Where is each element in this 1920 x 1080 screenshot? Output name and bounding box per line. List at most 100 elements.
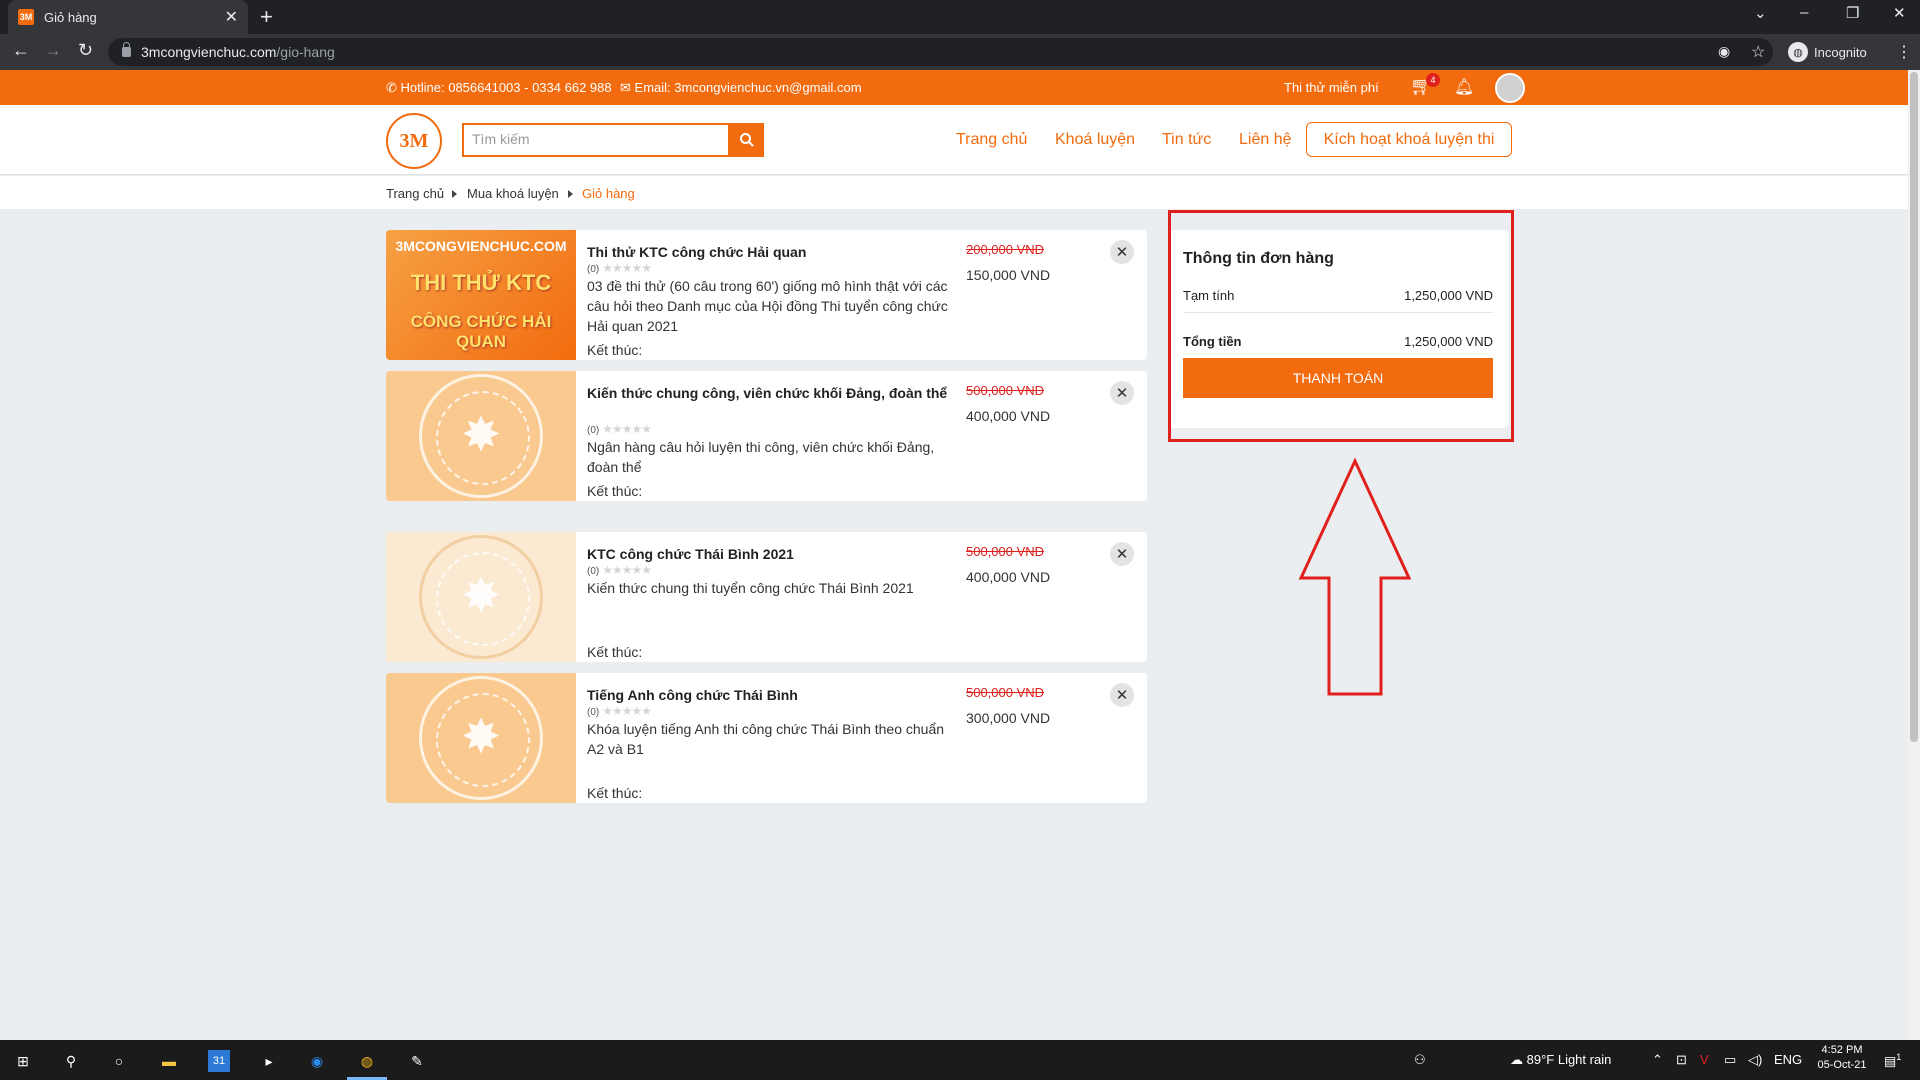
remove-item-icon[interactable]: ✕ <box>1110 381 1134 405</box>
volume-icon[interactable]: ◁) <box>1748 1052 1762 1068</box>
bell-icon[interactable]: 🔔︎ <box>1454 77 1474 97</box>
bookmark-star-icon[interactable]: ☆ <box>1751 42 1765 62</box>
window-close-icon[interactable]: ✕ <box>1893 4 1906 22</box>
nav-tin-tuc[interactable]: Tin tức <box>1162 131 1211 149</box>
top-contact-bar: ✆ Hotline: 0856641003 - 0334 662 988 ✉ E… <box>0 70 1908 105</box>
nav-lien-he[interactable]: Liên hệ <box>1239 131 1292 149</box>
people-icon[interactable]: ⚇ <box>1414 1052 1426 1068</box>
nav-trang-chu[interactable]: Trang chủ <box>956 131 1027 149</box>
thumb-subtitle-text: CÔNG CHỨC HẢI QUAN <box>410 312 552 351</box>
notification-icon[interactable]: ▤1 <box>1884 1052 1901 1069</box>
course-description: Khóa luyện tiếng Anh thi công chức Thái … <box>587 721 945 757</box>
paint-icon[interactable]: ✎ <box>406 1050 428 1072</box>
chrome-icon[interactable]: ◍ <box>356 1050 378 1072</box>
breadcrumb-separator-icon <box>568 190 573 198</box>
back-arrow-icon[interactable]: ← <box>12 40 30 61</box>
tray-app-icon[interactable]: ⊡ <box>1676 1052 1687 1068</box>
cart-item: KTC công chức Thái Bình 2021 (0)★★★★★ Ki… <box>386 532 1147 662</box>
url-host: 3mcongvienchuc.com <box>141 44 277 60</box>
calendar-icon[interactable]: 31 <box>208 1050 230 1072</box>
site-logo[interactable]: 3M <box>386 113 442 169</box>
course-rating: (0) ★★★★★ <box>587 422 652 436</box>
remove-item-icon[interactable]: ✕ <box>1110 542 1134 566</box>
notification-count: 1 <box>1896 1052 1902 1062</box>
windows-start-icon[interactable]: ⊞ <box>12 1050 34 1072</box>
star-rating-icon: ★★★★★ <box>602 563 652 577</box>
search-button[interactable] <box>730 123 764 157</box>
email-text: ✉ Email: 3mcongvienchuc.vn@gmail.com <box>620 80 862 95</box>
original-price: 500,000 VND <box>966 544 1045 559</box>
tab-gio-hang[interactable]: 3M Giỏ hàng ✕ <box>8 0 248 34</box>
remove-item-icon[interactable]: ✕ <box>1110 683 1134 707</box>
page-scrollbar[interactable] <box>1908 70 1920 1040</box>
terminal-icon[interactable]: ▸ <box>258 1050 280 1072</box>
cortana-icon[interactable]: ○ <box>108 1050 130 1072</box>
clock-date: 05-Oct-21 <box>1817 1059 1867 1071</box>
browser-toolbar: ← → ↻ 3mcongvienchuc.com /gio-hang ◉ ☆ ◍… <box>0 34 1920 70</box>
language-indicator[interactable]: ENG <box>1774 1052 1802 1067</box>
file-explorer-icon[interactable]: ▬ <box>158 1050 180 1072</box>
activate-course-button[interactable]: Kích hoạt khoá luyện thi <box>1306 122 1512 157</box>
annotation-highlight-box <box>1168 210 1514 442</box>
course-thumbnail[interactable] <box>386 371 576 501</box>
tab-title: Giỏ hàng <box>44 9 97 25</box>
star-rating-icon: ★★★★★ <box>602 704 652 718</box>
tab-search-icon[interactable]: ⌄ <box>1754 4 1767 22</box>
lock-icon <box>122 42 131 57</box>
course-title[interactable]: Kiến thức chung công, viên chức khối Đản… <box>587 383 967 403</box>
course-thumbnail[interactable] <box>386 532 576 662</box>
new-tab-button[interactable]: + <box>260 4 273 30</box>
course-title[interactable]: Tiếng Anh công chức Thái Bình <box>587 685 967 705</box>
breadcrumb-buy-course[interactable]: Mua khoá luyện <box>467 186 559 201</box>
reload-icon[interactable]: ↻ <box>78 40 93 61</box>
cart-item: Kiến thức chung công, viên chức khối Đản… <box>386 371 1147 501</box>
free-trial-link[interactable]: Thi thử miễn phí <box>1284 80 1379 95</box>
network-icon[interactable]: ▭ <box>1724 1052 1736 1068</box>
windows-taskbar: ⊞ ⚲ ○ ▬ 31 ▸ ◉ ◍ ✎ ⚇ ☁ 89°F Light rain ⌃… <box>0 1040 1920 1080</box>
phone-icon: ✆ <box>386 80 397 95</box>
scrollbar-thumb[interactable] <box>1910 72 1918 742</box>
search-input[interactable]: Tìm kiếm <box>462 123 730 157</box>
course-rating: (0) ★★★★★ <box>587 261 652 275</box>
user-avatar[interactable] <box>1495 73 1525 103</box>
zalo-icon[interactable]: ◉ <box>306 1050 328 1072</box>
address-bar[interactable]: 3mcongvienchuc.com /gio-hang <box>108 38 1773 66</box>
remove-item-icon[interactable]: ✕ <box>1110 240 1134 264</box>
course-end-label: Kết thúc: <box>587 644 643 660</box>
course-end-label: Kết thúc: <box>587 785 643 801</box>
cart-item: 3MCONGVIENCHUC.COM THI THỬ KTC CÔNG CHỨC… <box>386 230 1147 360</box>
menu-dots-icon[interactable]: ⋮ <box>1896 42 1912 62</box>
course-description: Kiến thức chung thi tuyển công chức Thái… <box>587 580 914 596</box>
tray-expand-icon[interactable]: ⌃ <box>1652 1052 1663 1068</box>
sale-price: 150,000 VND <box>966 267 1051 283</box>
maximize-icon[interactable]: ❐ <box>1846 4 1859 22</box>
course-thumbnail[interactable]: 3MCONGVIENCHUC.COM THI THỬ KTC CÔNG CHỨC… <box>386 230 576 360</box>
nav-khoa-luyen[interactable]: Khoá luyện <box>1055 131 1135 149</box>
search-icon[interactable]: ⚲ <box>60 1050 82 1072</box>
minimize-icon[interactable]: – <box>1800 4 1808 21</box>
emblem-icon <box>419 676 543 800</box>
incognito-icon: ◍ <box>1788 42 1808 62</box>
forward-arrow-icon[interactable]: → <box>44 40 62 61</box>
tray-v-icon[interactable]: V <box>1700 1052 1709 1067</box>
site-favicon: 3M <box>18 9 34 25</box>
breadcrumb-current: Giỏ hàng <box>582 186 635 201</box>
sale-price: 300,000 VND <box>966 710 1051 726</box>
eye-slash-icon[interactable]: ◉ <box>1718 43 1730 60</box>
course-title[interactable]: KTC công chức Thái Bình 2021 <box>587 544 967 564</box>
breadcrumb-home[interactable]: Trang chủ <box>386 186 444 201</box>
original-price: 200,000 VND <box>966 242 1045 257</box>
clock[interactable]: 4:52 PM 05-Oct-21 <box>1812 1044 1872 1071</box>
course-description: 03 đề thi thử (60 câu trong 60') giống m… <box>587 278 948 334</box>
course-title[interactable]: Thi thử KTC công chức Hải quan <box>587 242 967 262</box>
course-thumbnail[interactable] <box>386 673 576 803</box>
course-rating: (0) ★★★★★ <box>587 563 652 577</box>
breadcrumb: Trang chủ Mua khoá luyện Giỏ hàng <box>0 176 1908 209</box>
site-header: 3M Tìm kiếm Trang chủ Khoá luyện Tin tức… <box>0 105 1908 175</box>
cloud-icon: ☁ <box>1510 1052 1523 1067</box>
tab-close-icon[interactable]: ✕ <box>225 7 238 27</box>
hotline-text: ✆ Hotline: 0856641003 - 0334 662 988 <box>386 80 612 95</box>
search-icon <box>740 133 754 147</box>
incognito-indicator[interactable]: ◍ Incognito <box>1788 42 1867 62</box>
weather-widget[interactable]: ☁ 89°F Light rain <box>1510 1052 1611 1068</box>
